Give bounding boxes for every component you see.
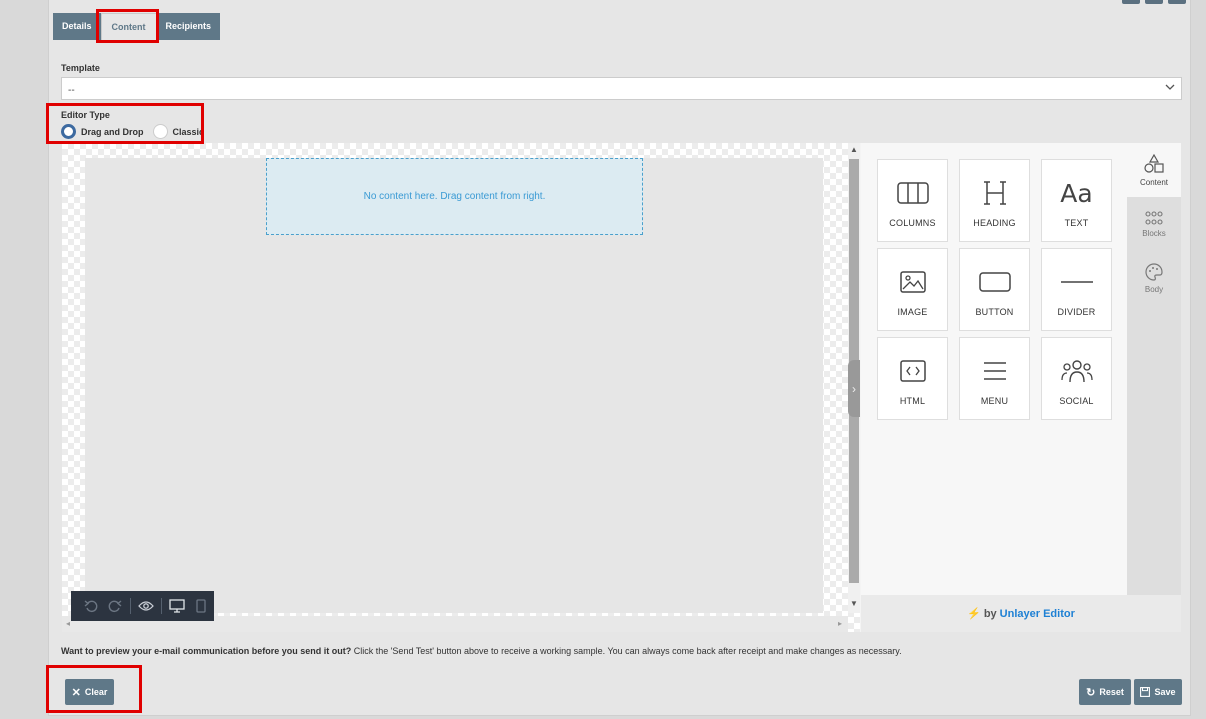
tab-recipients[interactable]: Recipients [156, 13, 221, 40]
reset-button-label: Reset [1099, 687, 1124, 697]
top-icon-group [1122, 0, 1186, 4]
save-button[interactable]: Save [1134, 679, 1182, 705]
sidebar-tab-body[interactable]: Body [1127, 251, 1181, 305]
tile-label: HTML [899, 396, 926, 406]
tile-divider[interactable]: DIVIDER [1041, 248, 1112, 331]
email-editor: No content here. Drag content from right… [62, 143, 1181, 632]
content-tiles-grid: COLUMNS HEADING Aa TEXT IMAGE BUTTON DIV… [877, 159, 1112, 420]
sidebar-tab-blocks[interactable]: Blocks [1127, 197, 1181, 251]
button-icon [978, 265, 1011, 299]
divider-icon [1060, 265, 1093, 299]
tab-details[interactable]: Details [53, 13, 101, 40]
radio-drag-and-drop[interactable] [61, 124, 76, 139]
menu-icon [983, 354, 1007, 388]
sidebar-tabs: Content Blocks Body [1127, 143, 1181, 595]
editor-canvas: No content here. Drag content from right… [62, 143, 860, 632]
tile-columns[interactable]: COLUMNS [877, 159, 948, 242]
mobile-view-icon[interactable] [189, 591, 213, 621]
tab-bar: Details Content Recipients [53, 13, 221, 40]
desktop-view-icon[interactable] [165, 591, 189, 621]
tile-label: MENU [980, 396, 1009, 406]
editor-type-label: Editor Type [61, 110, 110, 120]
scroll-up-icon[interactable]: ▲ [850, 145, 858, 154]
text-icon: Aa [1060, 178, 1093, 208]
top-action-icon[interactable] [1145, 0, 1163, 4]
tile-label: HEADING [973, 218, 1016, 228]
clear-button-label: Clear [84, 687, 108, 697]
tile-label: DIVIDER [1057, 307, 1096, 317]
template-select[interactable]: -- [61, 77, 1182, 100]
sidebar-tab-content[interactable]: Content [1127, 143, 1181, 197]
redo-icon[interactable] [103, 591, 127, 621]
help-text-bold: Want to preview your e-mail communicatio… [61, 646, 352, 656]
social-icon [1060, 354, 1093, 388]
top-action-icon[interactable] [1122, 0, 1140, 4]
radio-drag-and-drop-label: Drag and Drop [81, 126, 144, 137]
scroll-down-icon[interactable]: ▼ [850, 599, 858, 608]
toolbar-divider [161, 598, 162, 614]
sidebar-tab-label: Body [1144, 284, 1164, 294]
tile-menu[interactable]: MENU [959, 337, 1030, 420]
tile-label: IMAGE [897, 307, 928, 317]
clear-button[interactable]: ✕ Clear [65, 679, 114, 705]
sidebar-tab-label: Blocks [1142, 228, 1166, 238]
tile-button[interactable]: BUTTON [959, 248, 1030, 331]
footer-by: by [983, 607, 997, 620]
tile-label: SOCIAL [1059, 396, 1094, 406]
top-action-icon[interactable] [1168, 0, 1186, 4]
editor-type-radios: Drag and Drop Classic [61, 124, 204, 139]
reset-icon: ↻ [1086, 686, 1096, 699]
reset-button[interactable]: ↻ Reset [1079, 679, 1131, 705]
collapse-panel-toggle[interactable]: › [848, 360, 860, 417]
email-body[interactable]: No content here. Drag content from right… [85, 158, 823, 613]
tile-label: COLUMNS [889, 218, 936, 228]
tile-html[interactable]: HTML [877, 337, 948, 420]
radio-classic-label: Classic [172, 126, 205, 137]
image-icon [899, 265, 926, 299]
sidebar-tab-label: Content [1139, 177, 1169, 187]
preview-eye-icon[interactable] [134, 591, 158, 621]
help-text: Want to preview your e-mail communicatio… [61, 646, 902, 656]
drop-zone[interactable]: No content here. Drag content from right… [266, 158, 643, 235]
undo-icon[interactable] [79, 591, 103, 621]
bolt-icon: ⚡ [967, 608, 981, 620]
palette-icon [1145, 262, 1163, 281]
tile-label: BUTTON [975, 307, 1014, 317]
tile-heading[interactable]: HEADING [959, 159, 1030, 242]
toolbar-divider [130, 598, 131, 614]
content-panel: Details Content Recipients Template -- E… [48, 0, 1191, 716]
top-summary-strip [49, 0, 1190, 6]
heading-icon [983, 176, 1007, 210]
template-label: Template [61, 63, 100, 73]
scroll-left-icon[interactable]: ◂ [66, 619, 70, 628]
tab-content[interactable]: Content [100, 13, 157, 40]
tile-social[interactable]: SOCIAL [1041, 337, 1112, 420]
save-icon [1140, 687, 1151, 697]
radio-classic[interactable] [152, 124, 168, 139]
tools-sidebar: COLUMNS HEADING Aa TEXT IMAGE BUTTON DIV… [861, 143, 1181, 632]
unlayer-link[interactable]: Unlayer Editor [1000, 608, 1075, 620]
template-value: -- [68, 85, 75, 96]
help-text-rest: Click the 'Send Test' button above to re… [351, 646, 902, 656]
save-button-label: Save [1154, 687, 1176, 697]
tile-label: TEXT [1064, 218, 1089, 228]
unlayer-footer: ⚡ by Unlayer Editor [861, 595, 1181, 632]
blocks-icon [1145, 210, 1163, 225]
drop-zone-text: No content here. Drag content from right… [363, 191, 546, 202]
chevron-down-icon [1165, 84, 1175, 90]
scroll-right-icon[interactable]: ▸ [838, 619, 842, 628]
close-icon: ✕ [71, 686, 81, 699]
canvas-toolbar [71, 591, 214, 621]
html-icon [899, 354, 926, 388]
shapes-icon [1144, 153, 1164, 173]
tile-text[interactable]: Aa TEXT [1041, 159, 1112, 242]
columns-icon [896, 176, 929, 210]
tile-image[interactable]: IMAGE [877, 248, 948, 331]
